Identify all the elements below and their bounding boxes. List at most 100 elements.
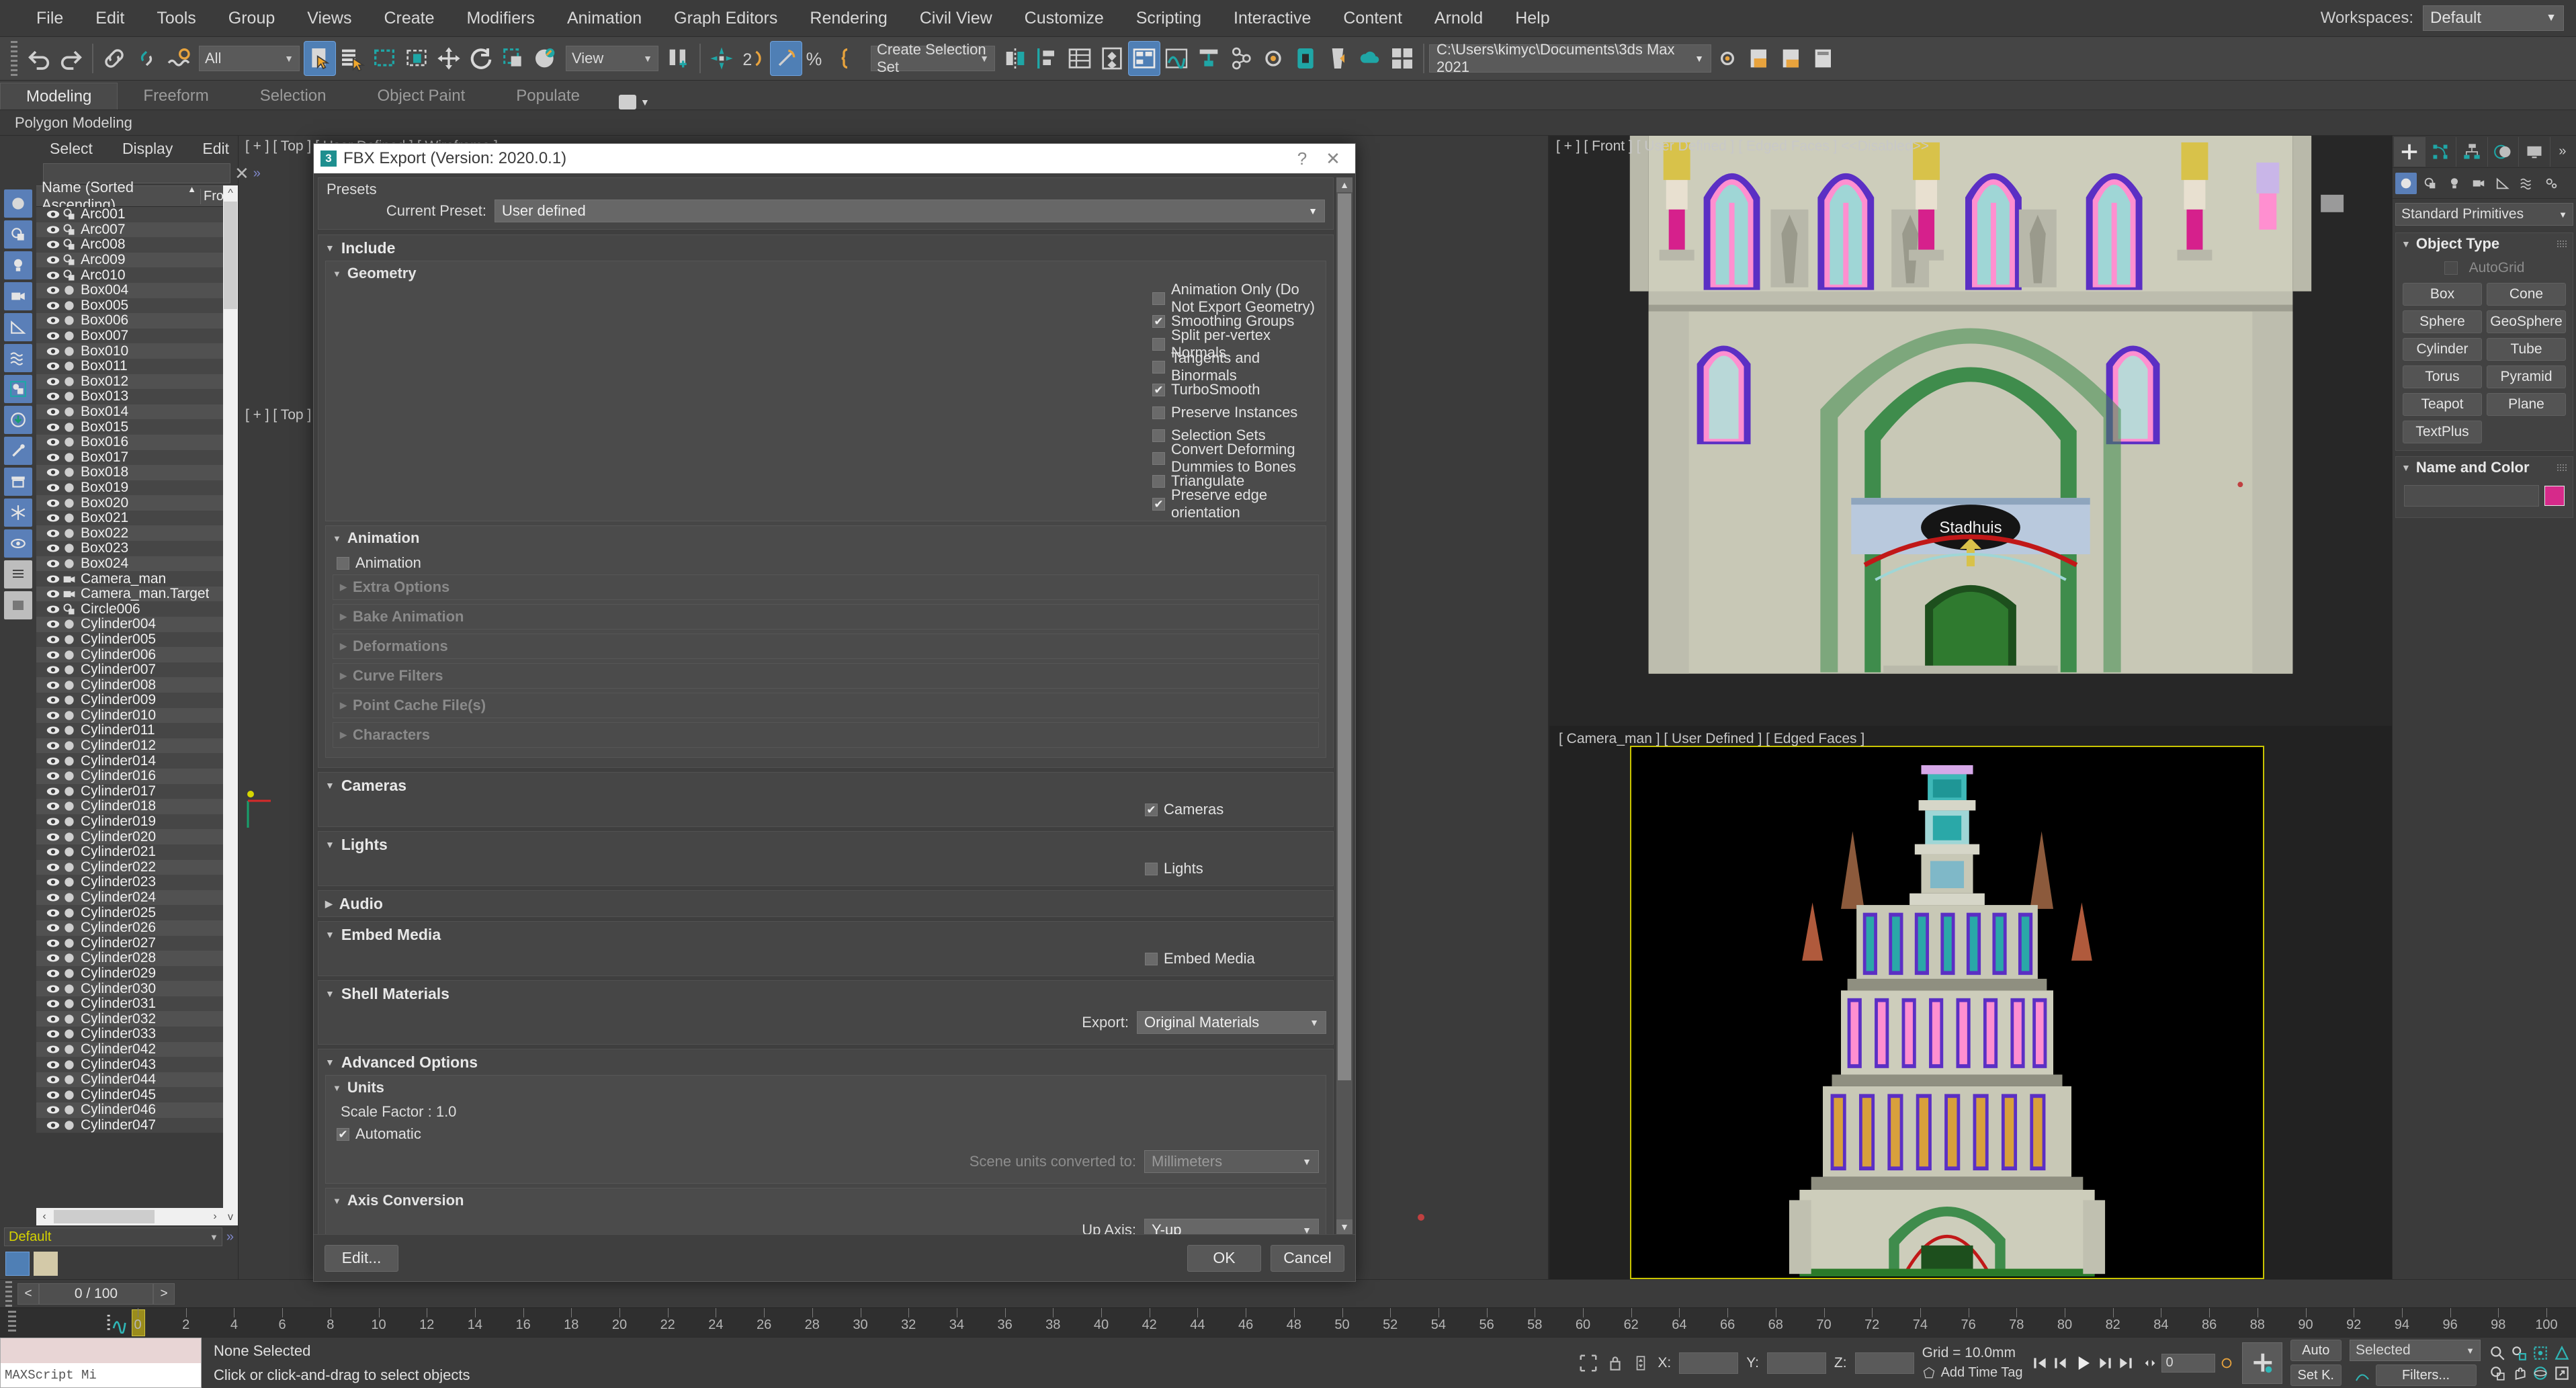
create-sphere-button[interactable]: Sphere [2403,310,2482,333]
pan-view-icon[interactable] [2510,1364,2528,1382]
menu-item-civil-view[interactable]: Civil View [904,0,1008,37]
toolbar-grip[interactable] [11,41,17,76]
animation-subsection[interactable]: ▶ Point Cache File(s) [333,693,1319,718]
menu-item-arnold[interactable]: Arnold [1418,0,1499,37]
create-lights-icon[interactable] [2444,173,2465,194]
scroll-up-icon[interactable]: ▲ [1336,177,1353,192]
animation-checkbox[interactable] [337,556,349,570]
geometry-option-row[interactable]: Tangents and Binormals [326,349,1326,384]
visibility-eye-icon[interactable] [46,648,60,662]
selection-lock-region-icon[interactable] [1578,1353,1598,1373]
curve-editor-icon[interactable] [1160,41,1193,76]
up-axis-dropdown[interactable]: Y-up ▼ [1144,1219,1319,1234]
timebar-grip[interactable] [5,1276,12,1311]
scene-object-row[interactable]: Cylinder014 [36,753,223,769]
scene-object-row[interactable]: Arc001 [36,207,223,222]
subsection-animation-header[interactable]: ▼ Animation [326,526,1326,550]
visibility-eye-icon[interactable] [46,951,60,965]
scene-object-row[interactable]: Box005 [36,298,223,314]
visibility-eye-icon[interactable] [46,784,60,799]
visibility-eye-icon[interactable] [46,298,60,313]
section-embed-media-header[interactable]: ▼ Embed Media [318,922,1333,947]
tab-create[interactable] [2394,136,2425,167]
menu-item-tools[interactable]: Tools [140,0,212,37]
scene-object-row[interactable]: Cylinder045 [36,1087,223,1103]
trackbar-grip[interactable] [8,1311,16,1334]
scene-object-row[interactable]: Camera_man [36,571,223,587]
animation-subsection[interactable]: ▶ Extra Options [333,574,1319,600]
layer-color-swatch[interactable] [34,1252,58,1276]
set-keys-button[interactable] [2241,1342,2282,1384]
scene-object-row[interactable]: Box017 [36,449,223,466]
visibility-eye-icon[interactable] [46,313,60,328]
explorer-horizontal-scrollbar[interactable]: ‹ › [36,1208,223,1225]
scene-object-row[interactable]: Box013 [36,388,223,404]
visibility-eye-icon[interactable] [46,237,60,252]
filter-lights-icon[interactable] [4,251,32,279]
scene-object-row[interactable]: Cylinder027 [36,935,223,951]
visibility-eye-icon[interactable] [46,496,60,511]
filter-list-icon[interactable] [4,560,32,589]
geometry-option-checkbox[interactable]: ✔ [1152,314,1165,328]
filter-containers-icon[interactable] [4,468,32,496]
create-space-warps-icon[interactable] [2516,173,2538,194]
visibility-eye-icon[interactable] [46,632,60,647]
tab-modify[interactable] [2425,136,2457,167]
visibility-eye-icon[interactable] [46,480,60,495]
animation-subsection[interactable]: ▶ Characters [333,722,1319,748]
geometry-option-checkbox[interactable] [1152,474,1165,488]
render-production-icon[interactable] [1322,41,1354,76]
hscroll-thumb[interactable] [54,1210,155,1223]
scene-object-row[interactable]: Box010 [36,343,223,359]
menu-item-graph-editors[interactable]: Graph Editors [658,0,793,37]
field-of-view-icon[interactable] [2553,1344,2571,1362]
scene-object-row[interactable]: Box004 [36,282,223,298]
key-spinner-icon[interactable] [2143,1356,2157,1371]
scene-object-row[interactable]: Cylinder029 [36,965,223,982]
visibility-eye-icon[interactable] [46,207,60,222]
lights-checkbox[interactable] [1145,862,1158,875]
absolute-relative-toggle-icon[interactable] [1632,1353,1649,1373]
material-editor-icon[interactable] [1225,41,1257,76]
visibility-eye-icon[interactable] [46,222,60,237]
scene-object-row[interactable]: Box012 [36,374,223,390]
scene-object-row[interactable]: Cylinder006 [36,647,223,662]
expand-chevrons-icon[interactable]: » [226,1229,238,1245]
create-geometry-icon[interactable] [2395,172,2417,194]
viewport-layout-icon[interactable] [5,1252,30,1276]
viewport-front[interactable]: [ + ] [ Front ] [ User Defined ] [ Edged… [1548,136,2392,727]
key-filters-button[interactable]: Filters... [2375,1364,2477,1386]
embed-media-checkbox[interactable] [1145,952,1158,965]
visibility-eye-icon[interactable] [46,814,60,829]
mirror-icon[interactable] [999,41,1031,76]
visibility-eye-icon[interactable] [46,693,60,707]
explorer-menu-select[interactable]: Select [50,140,93,158]
viewport-camera[interactable]: [ Camera_man ] [ User Defined ] [ Edged … [1548,727,2392,1279]
scene-object-row[interactable]: Arc010 [36,267,223,283]
tab-freeform[interactable]: Freeform [118,83,234,110]
scroll-left-icon[interactable]: ‹ [36,1211,52,1223]
animation-subsection[interactable]: ▶ Deformations [333,634,1319,659]
render-setup-icon[interactable] [1257,41,1289,76]
scene-object-row[interactable]: Cylinder021 [36,844,223,860]
animation-subsection-header[interactable]: ▶ Bake Animation [333,605,1318,629]
scene-object-row[interactable]: Box011 [36,358,223,374]
save-as-icon[interactable] [1776,41,1808,76]
geometry-option-checkbox[interactable] [1152,451,1165,465]
scroll-up-icon[interactable]: ^ [223,185,238,202]
explorer-menu-edit[interactable]: Edit [202,140,229,158]
close-button[interactable]: ✕ [1318,148,1348,169]
visibility-eye-icon[interactable] [46,253,60,267]
visibility-eye-icon[interactable] [46,1072,60,1087]
angle-snap-toggle-icon[interactable]: 2 [738,41,770,76]
menu-item-rendering[interactable]: Rendering [793,0,903,37]
go-to-start-icon[interactable] [2031,1353,2049,1373]
dialog-scroll-thumb[interactable] [1338,193,1351,1080]
select-by-name-icon[interactable] [336,41,368,76]
scene-object-row[interactable]: Camera_man.Target [36,586,223,602]
visibility-eye-icon[interactable] [46,906,60,920]
visibility-eye-icon[interactable] [46,465,60,480]
next-frame-icon[interactable] [2096,1353,2114,1373]
visibility-eye-icon[interactable] [46,936,60,951]
current-frame-display[interactable]: 0 / 100 [39,1283,153,1305]
